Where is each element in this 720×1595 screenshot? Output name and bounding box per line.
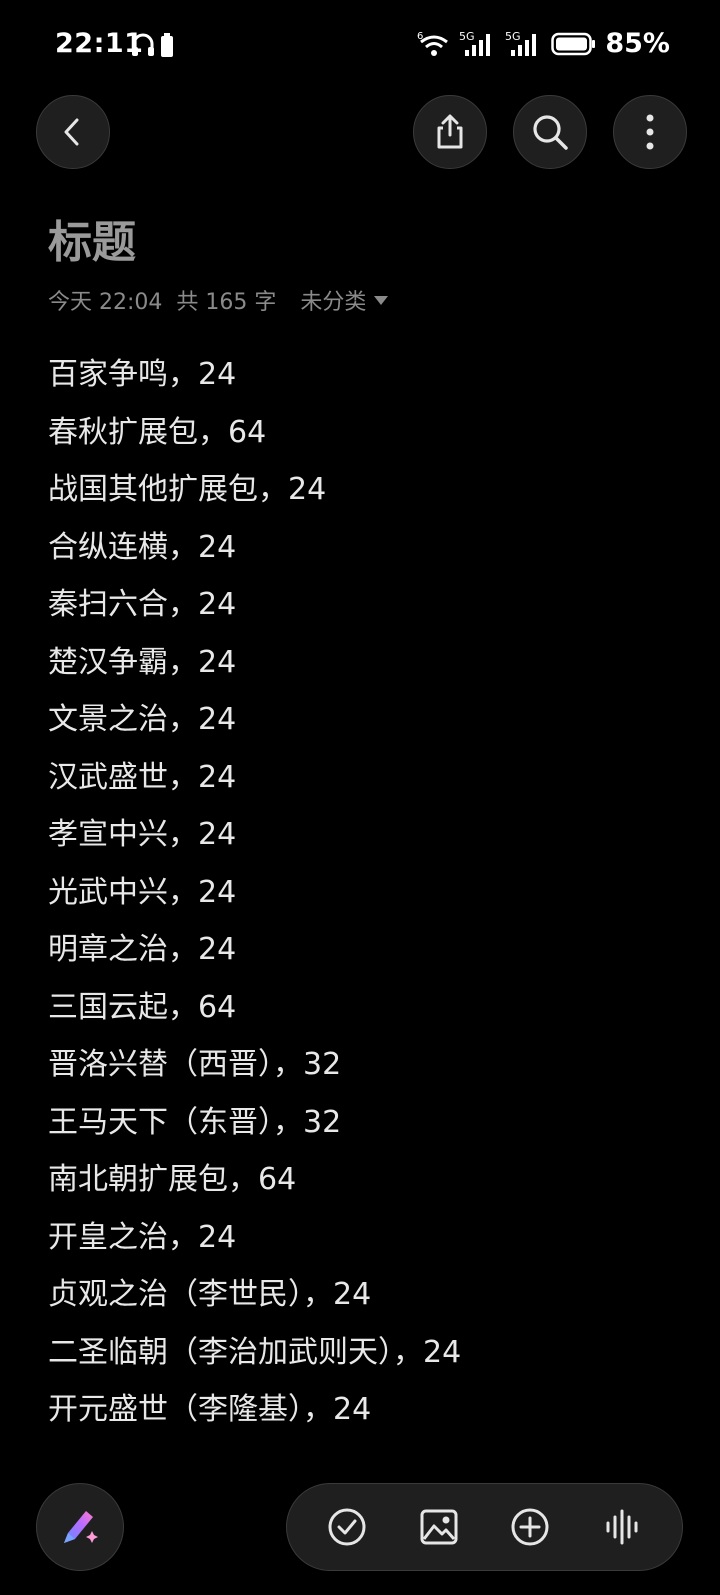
note-line[interactable]: 贞观之治（李世民），24 [48,1266,461,1324]
note-line[interactable]: 晋洛兴替（西晋），32 [48,1036,461,1094]
status-right-icons: 6 5G 5G 85% [417,28,670,59]
bottom-toolbar [286,1483,683,1571]
note-line[interactable]: 开皇之治，24 [48,1209,461,1267]
sim2-label: 5G [505,30,521,43]
note-line[interactable]: 合纵连横，24 [48,519,461,577]
search-icon [533,115,568,150]
note-line[interactable]: 三国云起，64 [48,979,461,1037]
note-line[interactable]: 南北朝扩展包，64 [48,1151,461,1209]
note-line[interactable]: 汉武盛世，24 [48,749,461,807]
note-line[interactable]: 王马天下（东晋），32 [48,1094,461,1152]
battery-icon [551,32,596,55]
more-vertical-icon [646,114,654,150]
note-line[interactable]: 明章之治，24 [48,921,461,979]
share-icon [437,114,463,149]
insert-image-button[interactable] [413,1501,465,1553]
note-body[interactable]: 百家争鸣，24 春秋扩展包，64 战国其他扩展包，24 合纵连横，24 秦扫六合，24 楚… [48,346,461,1439]
category-label: 未分类 [300,290,367,315]
battery-small-icon [161,33,173,57]
sim1-label: 5G [459,30,475,43]
status-left-icons [130,32,174,58]
note-line[interactable]: 楚汉争霸，24 [48,634,461,692]
voice-button[interactable] [596,1501,648,1553]
share-button[interactable] [413,95,487,169]
image-icon [420,1509,458,1545]
note-line[interactable]: 百家争鸣，24 [48,346,461,404]
category-dropdown[interactable]: 未分类 [300,284,389,316]
note-line[interactable]: 光武中兴，24 [48,864,461,922]
chevron-down-icon [374,295,389,305]
note-title[interactable]: 标题 [48,206,136,270]
more-button[interactable] [613,95,687,169]
checklist-icon [328,1508,366,1546]
wifi-icon: 6 [417,31,449,56]
battery-percent: 85% [605,28,670,59]
ai-writing-button[interactable] [36,1483,124,1571]
note-line[interactable]: 二圣临朝（李治加武则天），24 [48,1324,461,1382]
add-circle-icon [511,1508,549,1546]
note-line[interactable]: 战国其他扩展包，24 [48,461,461,519]
note-line[interactable]: 开元盛世（李隆基），24 [48,1381,461,1439]
voice-wave-icon [606,1509,638,1545]
search-button[interactable] [513,95,587,169]
back-button[interactable] [36,95,110,169]
checklist-button[interactable] [321,1501,373,1553]
signal-sim1-icon: 5G [459,30,491,56]
ai-pen-icon [64,1511,98,1543]
note-meta: 今天 22:04 共 165 字 未分类 [48,284,389,316]
note-line[interactable]: 秦扫六合，24 [48,576,461,634]
note-date: 今天 22:04 [48,290,163,315]
headphones-icon [132,33,154,56]
note-line[interactable]: 孝宣中兴，24 [48,806,461,864]
note-word-count: 共 165 字 [176,290,277,315]
note-line[interactable]: 文景之治，24 [48,691,461,749]
signal-sim2-icon: 5G [505,30,537,56]
note-line[interactable]: 春秋扩展包，64 [48,404,461,462]
status-bar: 22:11 6 5G 5G 85% [0,0,720,90]
add-button[interactable] [504,1501,556,1553]
chevron-left-icon [64,118,79,146]
